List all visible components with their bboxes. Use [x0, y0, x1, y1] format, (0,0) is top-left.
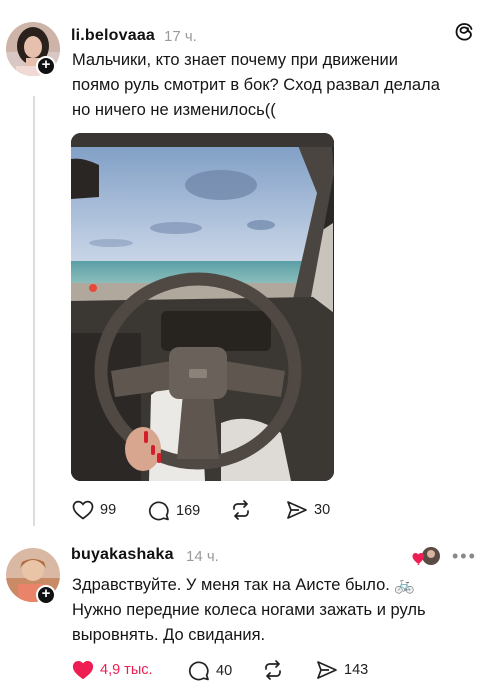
repost-icon: [230, 500, 252, 520]
reply-comment-count: 40: [216, 662, 233, 679]
author-liked-badge: [411, 546, 443, 568]
reply-like-count: 4,9 тыс.: [100, 662, 153, 678]
follow-plus-icon[interactable]: +: [36, 56, 56, 76]
reply-like-button[interactable]: 4,9 тыс.: [72, 660, 153, 680]
post-time: 17 ч.: [164, 28, 197, 45]
post-username[interactable]: li.belovaaa: [71, 27, 155, 45]
post-text-line: но ничего не изменилось((: [72, 101, 276, 119]
reply-text-line: Здравствуйте. У меня так на Аисте было. …: [72, 576, 415, 594]
post-text: Мальчики, кто знает почему при движении …: [72, 48, 440, 123]
heart-icon: [72, 500, 94, 520]
post-repost-button[interactable]: [230, 500, 258, 520]
post-text-line: Мальчики, кто знает почему при движении: [72, 51, 398, 69]
reply-text: Здравствуйте. У меня так на Аисте было. …: [72, 573, 426, 648]
reply-text-line: Нужно передние колеса ногами зажать и ру…: [72, 601, 426, 619]
post-like-button[interactable]: 99: [72, 500, 116, 520]
reply-comment-button[interactable]: 40: [188, 660, 232, 681]
post-share-count: 30: [314, 502, 331, 518]
post-comment-button[interactable]: 169: [148, 500, 200, 521]
post-photo[interactable]: [71, 133, 334, 481]
post-comment-count: 169: [176, 502, 201, 519]
thread-line: [33, 96, 35, 526]
follow-plus-icon[interactable]: +: [36, 585, 56, 605]
reply-share-button[interactable]: 143: [316, 660, 368, 680]
post-share-button[interactable]: 30: [286, 500, 330, 520]
repost-icon: [262, 660, 284, 680]
heart-icon: [72, 660, 94, 680]
post-text-line: поямо руль смотрит в бок? Сход развал де…: [72, 76, 440, 94]
share-icon: [316, 660, 338, 680]
comment-icon: [188, 660, 210, 681]
share-icon: [286, 500, 308, 520]
reply-repost-button[interactable]: [262, 660, 290, 680]
threads-logo-icon[interactable]: [453, 21, 475, 43]
reply-username[interactable]: buyakashaka: [71, 546, 174, 564]
reply-share-count: 143: [344, 662, 369, 678]
reply-text-line: выровнять. До свидания.: [72, 626, 266, 644]
comment-icon: [148, 500, 170, 521]
post-like-count: 99: [100, 502, 117, 518]
more-icon[interactable]: •••: [452, 546, 477, 567]
reply-time: 14 ч.: [186, 548, 219, 565]
